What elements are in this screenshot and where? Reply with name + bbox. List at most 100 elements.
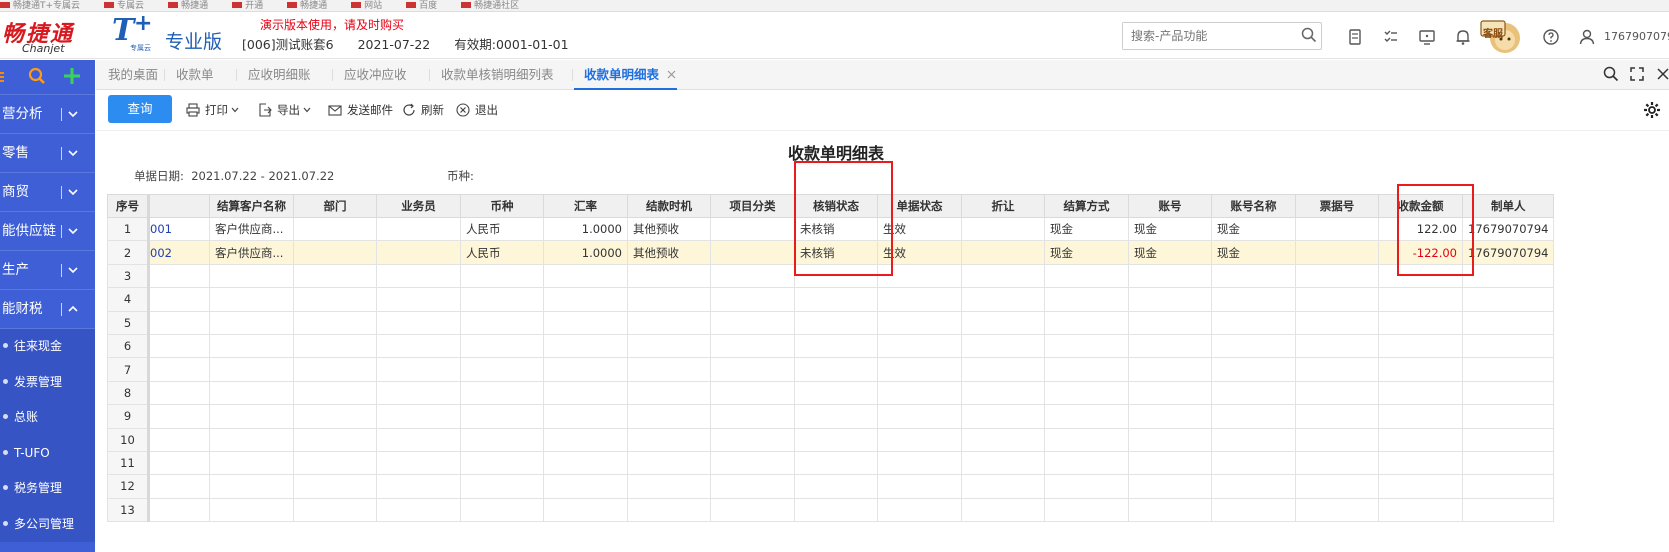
table-cell[interactable] [1295, 287, 1379, 312]
column-header[interactable]: 收款金额 [1378, 194, 1463, 218]
table-cell[interactable]: 未核销 [794, 216, 878, 242]
table-cell[interactable] [209, 310, 294, 335]
table-cell[interactable]: 未核销 [794, 240, 878, 265]
table-cell[interactable] [1461, 450, 1555, 476]
table-cell[interactable] [1378, 333, 1463, 359]
table-row-empty[interactable]: 12 [107, 474, 1555, 499]
table-cell[interactable] [1044, 427, 1129, 452]
table-row-empty[interactable]: 4 [107, 287, 1555, 312]
table-cell[interactable] [460, 333, 544, 359]
table-cell[interactable] [376, 404, 461, 429]
table-cell[interactable] [710, 357, 795, 382]
table-cell[interactable] [627, 404, 711, 429]
table-cell[interactable] [961, 404, 1045, 429]
table-cell[interactable] [148, 427, 210, 452]
table-cell[interactable] [148, 287, 210, 312]
table-cell[interactable]: 客户供应商... [209, 240, 294, 265]
table-cell[interactable]: 122.00 [1378, 216, 1463, 242]
table-cell[interactable] [877, 427, 962, 452]
search-icon[interactable] [1603, 66, 1619, 82]
close-icon[interactable] [666, 69, 677, 80]
table-cell[interactable]: 客户供应商... [209, 216, 294, 242]
table-cell[interactable] [1461, 333, 1555, 359]
task-list-icon[interactable] [1381, 27, 1401, 47]
table-cell[interactable] [710, 263, 795, 289]
table-cell[interactable]: 现金 [1044, 240, 1129, 265]
table-cell[interactable] [1295, 450, 1379, 476]
table-cell[interactable] [148, 333, 210, 359]
table-cell[interactable] [794, 497, 878, 523]
table-cell[interactable] [627, 263, 711, 289]
gear-icon[interactable] [1643, 101, 1661, 119]
table-row-empty[interactable]: 9 [107, 404, 1555, 429]
table-cell[interactable]: 12 [107, 474, 150, 499]
table-cell[interactable] [877, 450, 962, 476]
table-cell[interactable] [877, 287, 962, 312]
column-header[interactable]: 结算方式 [1044, 194, 1129, 218]
table-cell[interactable]: 现金 [1211, 240, 1296, 265]
table-cell[interactable] [627, 287, 711, 312]
table-cell[interactable] [877, 380, 962, 406]
table-cell[interactable] [293, 450, 377, 476]
column-header[interactable]: 业务员 [376, 194, 461, 218]
table-cell[interactable] [710, 310, 795, 335]
table-cell[interactable] [1211, 380, 1296, 406]
add-icon[interactable] [63, 67, 81, 85]
table-cell[interactable] [1461, 497, 1555, 523]
table-cell[interactable] [961, 357, 1045, 382]
sidebar-item-2[interactable]: 商贸 [0, 173, 95, 212]
bookmark-item[interactable]: 畅捷通T+专属云 [0, 1, 80, 11]
table-cell[interactable] [293, 263, 377, 289]
table-cell[interactable] [1128, 427, 1212, 452]
table-cell[interactable] [961, 497, 1045, 523]
table-cell[interactable] [710, 333, 795, 359]
calculator-icon[interactable] [1345, 27, 1365, 47]
table-cell[interactable] [710, 450, 795, 476]
table-cell[interactable] [148, 357, 210, 382]
table-cell[interactable] [460, 404, 544, 429]
table-cell[interactable] [1128, 450, 1212, 476]
bookmark-item[interactable]: 专属云 [104, 1, 144, 11]
table-cell[interactable] [293, 497, 377, 523]
bell-icon[interactable] [1453, 27, 1473, 47]
table-cell[interactable] [1128, 380, 1212, 406]
table-cell[interactable] [877, 357, 962, 382]
table-cell[interactable] [1128, 263, 1212, 289]
table-row-empty[interactable]: 13 [107, 497, 1555, 523]
product-search[interactable] [1122, 22, 1322, 50]
table-cell[interactable] [627, 380, 711, 406]
column-header[interactable]: 汇率 [543, 194, 628, 218]
column-header[interactable]: 部门 [293, 194, 377, 218]
table-cell[interactable] [1211, 450, 1296, 476]
table-cell[interactable] [1128, 404, 1212, 429]
table-cell[interactable] [460, 380, 544, 406]
table-cell[interactable]: 1.0000 [543, 240, 628, 265]
table-cell[interactable] [1461, 380, 1555, 406]
table-cell[interactable] [710, 427, 795, 452]
table-cell[interactable] [961, 427, 1045, 452]
tab-3[interactable]: 应收冲应收 [344, 60, 407, 89]
table-cell[interactable] [293, 474, 377, 499]
table-cell[interactable] [1044, 310, 1129, 335]
table-cell[interactable] [1461, 474, 1555, 499]
table-cell[interactable] [1211, 474, 1296, 499]
column-header[interactable]: 单据状态 [877, 194, 962, 218]
chevron-down-icon[interactable] [67, 264, 79, 276]
table-cell[interactable] [209, 333, 294, 359]
table-cell[interactable]: 002 [148, 240, 210, 265]
table-cell[interactable] [877, 404, 962, 429]
table-cell[interactable] [961, 263, 1045, 289]
table-cell[interactable] [293, 427, 377, 452]
table-cell[interactable] [794, 450, 878, 476]
table-cell[interactable] [543, 357, 628, 382]
refresh-button[interactable]: 刷新 [402, 99, 444, 121]
table-cell[interactable] [209, 380, 294, 406]
table-cell[interactable] [961, 310, 1045, 335]
table-cell[interactable]: 5 [107, 310, 150, 335]
table-cell[interactable] [710, 240, 795, 265]
table-cell[interactable] [543, 263, 628, 289]
table-cell[interactable] [1295, 357, 1379, 382]
table-row-empty[interactable]: 5 [107, 310, 1555, 335]
table-cell[interactable] [877, 474, 962, 499]
table-cell[interactable] [1295, 263, 1379, 289]
